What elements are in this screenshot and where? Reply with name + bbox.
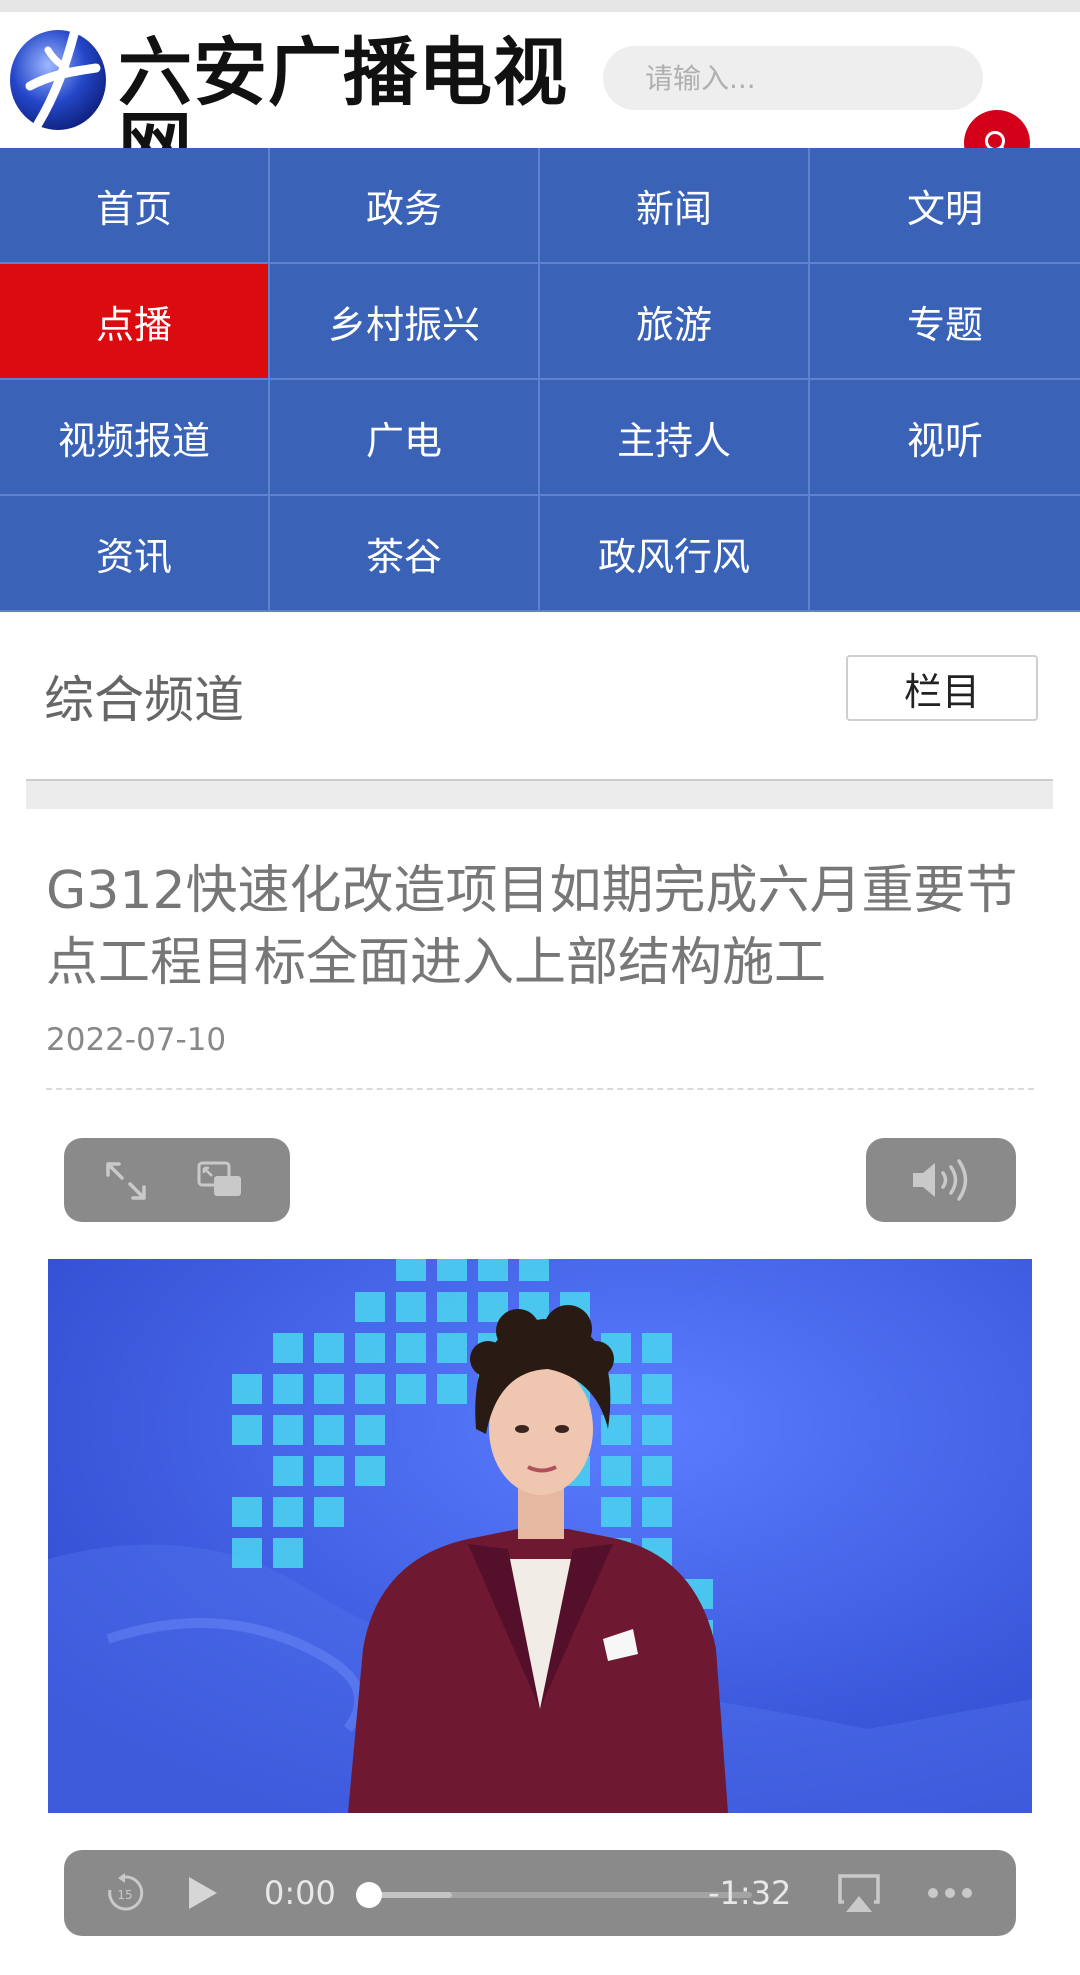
background-square — [273, 1538, 303, 1568]
background-square — [478, 1259, 508, 1281]
nav-item-tea-valley[interactable]: 茶谷 — [270, 496, 540, 612]
skip-back-icon[interactable]: 15 — [104, 1872, 146, 1914]
nav-item-information[interactable]: 资讯 — [0, 496, 270, 612]
background-square — [396, 1292, 426, 1322]
background-square — [273, 1456, 303, 1486]
background-square — [437, 1259, 467, 1281]
nav-item-rural-revitalization[interactable]: 乡村振兴 — [270, 264, 540, 380]
background-square — [396, 1374, 426, 1404]
background-square — [396, 1333, 426, 1363]
search-input[interactable] — [603, 46, 983, 110]
background-square — [314, 1456, 344, 1486]
background-square — [232, 1415, 262, 1445]
nav-item-hosts[interactable]: 主持人 — [540, 380, 810, 496]
dashed-divider — [46, 1088, 1034, 1090]
nav-item-broadcasting[interactable]: 广电 — [270, 380, 540, 496]
picture-in-picture-icon[interactable] — [196, 1160, 244, 1200]
background-square — [396, 1259, 426, 1281]
background-square — [273, 1497, 303, 1527]
background-square — [273, 1333, 303, 1363]
video-playbar: 15 0:00 -1:32 — [64, 1850, 1016, 1936]
background-square — [437, 1292, 467, 1322]
background-square — [314, 1497, 344, 1527]
background-square — [642, 1415, 672, 1445]
nav-item-video-reports[interactable]: 视频报道 — [0, 380, 270, 496]
background-square — [232, 1497, 262, 1527]
background-square — [314, 1415, 344, 1445]
nav-item-audiovisual[interactable]: 视听 — [810, 380, 1080, 496]
logo-emblem-icon — [10, 29, 106, 130]
nav-item-government[interactable]: 政务 — [270, 148, 540, 264]
volume-icon — [913, 1159, 968, 1201]
background-square — [314, 1333, 344, 1363]
background-square — [232, 1538, 262, 1568]
current-time: 0:00 — [264, 1874, 336, 1912]
background-square — [642, 1374, 672, 1404]
background-square — [437, 1333, 467, 1363]
background-square — [355, 1415, 385, 1445]
nav-item-empty — [810, 496, 1080, 612]
background-square — [519, 1259, 549, 1281]
column-button[interactable]: 栏目 — [846, 655, 1038, 721]
fullscreen-icon[interactable] — [104, 1160, 148, 1202]
nav-item-home[interactable]: 首页 — [0, 148, 270, 264]
background-square — [232, 1374, 262, 1404]
nav-item-work-style[interactable]: 政风行风 — [540, 496, 810, 612]
top-strip — [0, 0, 1080, 12]
nav-item-tourism[interactable]: 旅游 — [540, 264, 810, 380]
nav-item-on-demand[interactable]: 点播 — [0, 264, 270, 380]
background-square — [273, 1374, 303, 1404]
background-square — [642, 1456, 672, 1486]
video-frame[interactable] — [48, 1259, 1032, 1813]
background-square — [355, 1333, 385, 1363]
background-square — [355, 1456, 385, 1486]
site-logo[interactable]: 六安广播电视网 — [8, 22, 588, 184]
nav-item-news[interactable]: 新闻 — [540, 148, 810, 264]
channel-title: 综合频道 — [44, 671, 244, 729]
video-top-controls — [64, 1138, 290, 1222]
more-options-icon[interactable] — [926, 1886, 974, 1900]
nav-item-civilization[interactable]: 文明 — [810, 148, 1080, 264]
background-square — [601, 1497, 631, 1527]
article-title: G312快速化改造项目如期完成六月重要节点工程目标全面进入上部结构施工 — [46, 861, 1018, 993]
skip-back-seconds: 15 — [117, 1888, 132, 1902]
article-date: 2022-07-10 — [46, 1022, 227, 1058]
remaining-time: -1:32 — [708, 1874, 792, 1912]
play-icon[interactable] — [186, 1874, 220, 1912]
background-square — [273, 1415, 303, 1445]
progress-knob[interactable] — [356, 1882, 382, 1908]
section-divider — [26, 779, 1053, 809]
airplay-icon[interactable] — [836, 1872, 882, 1914]
background-square — [355, 1374, 385, 1404]
nav-item-special-topics[interactable]: 专题 — [810, 264, 1080, 380]
background-square — [355, 1292, 385, 1322]
background-square — [642, 1497, 672, 1527]
background-square — [601, 1456, 631, 1486]
background-square — [642, 1333, 672, 1363]
volume-button[interactable] — [866, 1138, 1016, 1222]
background-square — [314, 1374, 344, 1404]
background-square — [437, 1374, 467, 1404]
main-nav: 首页 政务 新闻 文明 点播 乡村振兴 旅游 专题 视频报道 广电 主持人 视听… — [0, 148, 1080, 612]
news-anchor-image — [48, 1259, 1032, 1813]
